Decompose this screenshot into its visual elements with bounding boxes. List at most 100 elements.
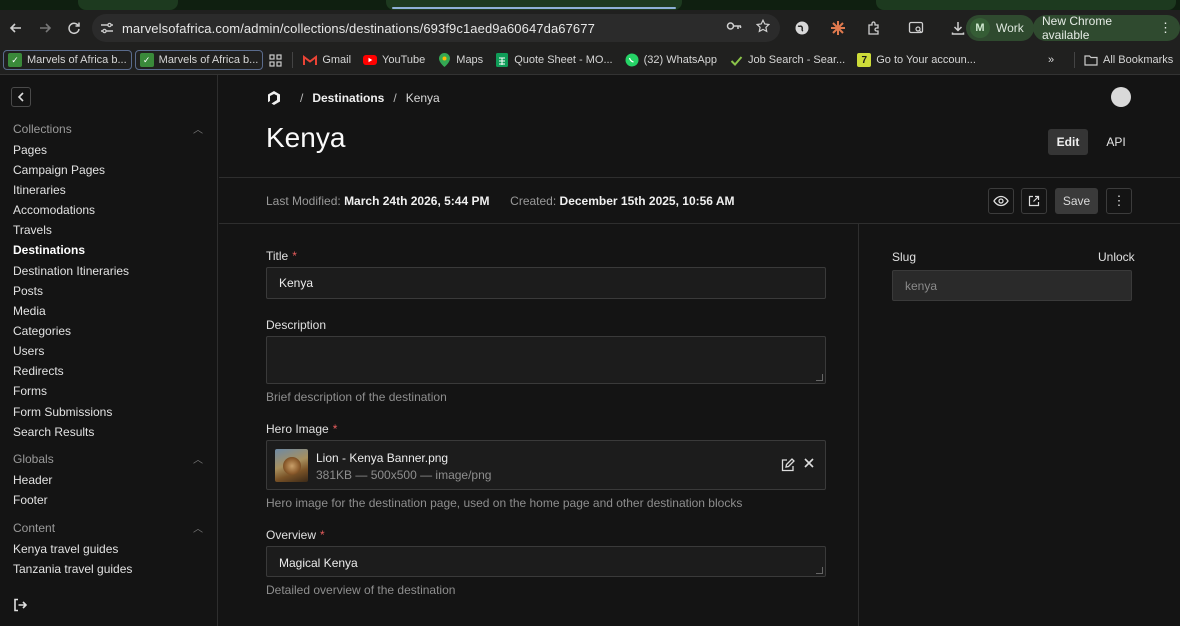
url-text: marvelsofafrica.com/admin/collections/de… xyxy=(122,21,595,36)
slug-label: Slug xyxy=(892,250,917,264)
sidebar-item-tanzania-travel-guides[interactable]: Tanzania travel guides xyxy=(13,562,132,576)
account-avatar[interactable] xyxy=(1111,87,1131,107)
close-icon[interactable] xyxy=(803,456,815,473)
sidebar-item-itineraries[interactable]: Itineraries xyxy=(13,183,66,197)
browser-tab[interactable] xyxy=(876,0,1176,10)
resize-grip-icon[interactable] xyxy=(816,567,823,574)
sidebar-item-form-submissions[interactable]: Form Submissions xyxy=(13,405,112,419)
slug-input[interactable]: kenya xyxy=(892,270,1132,301)
modified-value: March 24th 2026, 5:44 PM xyxy=(344,194,490,208)
slug-unlock-button[interactable]: Unlock xyxy=(1098,250,1135,264)
save-button[interactable]: Save xyxy=(1055,188,1098,214)
more-vert-icon[interactable]: ⋮ xyxy=(1159,20,1172,36)
nav-group-label: Content xyxy=(13,520,56,535)
nav-group-globals[interactable]: Globals ︿ xyxy=(13,451,203,467)
profile-avatar: M xyxy=(970,18,990,38)
title-label: Title * xyxy=(266,249,297,263)
bookmarks-bar: ✓ Marvels of Africa b... ✓ Marvels of Afri… xyxy=(0,46,1180,75)
extension-sparkle-icon[interactable] xyxy=(826,16,850,40)
password-key-icon[interactable] xyxy=(726,19,742,36)
image-thumbnail[interactable] xyxy=(275,449,308,482)
bookmark-item[interactable]: YouTube xyxy=(357,50,431,70)
sidebar-item-users[interactable]: Users xyxy=(13,344,44,358)
more-actions-button[interactable]: ⋮ xyxy=(1106,188,1132,214)
open-in-new-tab-button[interactable] xyxy=(1021,188,1047,214)
more-bookmarks-icon[interactable]: » xyxy=(1042,50,1060,70)
tab-search-icon[interactable] xyxy=(904,16,928,40)
bookmark-star-icon[interactable] xyxy=(755,18,771,36)
sidebar-item-travels[interactable]: Travels xyxy=(13,223,52,237)
sidebar-item-forms[interactable]: Forms xyxy=(13,384,47,398)
chevron-up-icon: ︿ xyxy=(193,524,203,535)
forward-icon[interactable] xyxy=(31,14,59,42)
resize-grip-icon[interactable] xyxy=(816,374,823,381)
bookmark-label: Marvels of Africa b... xyxy=(158,54,259,66)
sidebar-item-media[interactable]: Media xyxy=(13,304,46,318)
extension-globe-icon[interactable] xyxy=(790,16,814,40)
bookmark-item[interactable]: (32) WhatsApp xyxy=(619,50,723,70)
preview-button[interactable] xyxy=(988,188,1014,214)
apps-grid-icon[interactable] xyxy=(263,50,288,70)
folder-icon xyxy=(1084,53,1098,67)
description-help: Brief description of the destination xyxy=(266,390,447,404)
sidebar-item-categories[interactable]: Categories xyxy=(13,324,71,338)
hero-image-label: Hero Image * xyxy=(266,422,337,436)
bookmark-item[interactable]: Gmail xyxy=(297,50,357,70)
bookmark-item[interactable]: Maps xyxy=(431,50,489,70)
profile-button[interactable]: M Work xyxy=(966,15,1034,41)
bookmark-item[interactable]: Job Search - Sear... xyxy=(723,50,851,70)
chrome-update-button[interactable]: New Chrome available ⋮ xyxy=(1033,14,1180,42)
bookmark-label: Job Search - Sear... xyxy=(748,54,846,66)
sidebar-item-accomodations[interactable]: Accomodations xyxy=(13,203,95,217)
bookmark-item[interactable]: 7 Go to Your accoun... xyxy=(851,50,982,70)
bookmark-item[interactable]: Quote Sheet - MO... xyxy=(489,50,618,70)
url-host: marvelsofafrica.com xyxy=(122,20,241,36)
hero-image-upload: Lion - Kenya Banner.png 381KB — 500x500 … xyxy=(266,440,826,490)
breadcrumb: / Destinations / Kenya xyxy=(266,90,440,106)
sidebar-item-destination-itineraries[interactable]: Destination Itineraries xyxy=(13,264,129,278)
overview-value: Magical Kenya xyxy=(279,556,358,570)
sidebar-item-pages[interactable]: Pages xyxy=(13,143,47,157)
collapse-sidebar-button[interactable] xyxy=(11,87,31,107)
main-content: / Destinations / Kenya Kenya Edit API La… xyxy=(219,75,1180,626)
edit-icon[interactable] xyxy=(781,458,795,475)
extensions-puzzle-icon[interactable] xyxy=(862,16,886,40)
sidebar-item-header[interactable]: Header xyxy=(13,473,52,487)
payload-logo-icon[interactable] xyxy=(266,90,282,106)
nav-group-label: Collections xyxy=(13,121,72,136)
address-bar[interactable]: marvelsofafrica.com/admin/collections/de… xyxy=(92,14,780,42)
bookmark-label: Maps xyxy=(456,54,484,66)
required-marker: * xyxy=(332,422,338,436)
browser-tab-active[interactable] xyxy=(386,0,682,10)
sidebar-item-kenya-travel-guides[interactable]: Kenya travel guides xyxy=(13,542,118,556)
logout-icon[interactable] xyxy=(13,598,28,615)
reload-icon[interactable] xyxy=(60,14,88,42)
breadcrumb-destinations-link[interactable]: Destinations xyxy=(312,91,384,105)
back-icon[interactable] xyxy=(2,14,30,42)
modified-label: Last Modified: xyxy=(266,194,341,208)
all-bookmarks[interactable]: All Bookmarks xyxy=(1078,50,1179,70)
sidebar-item-redirects[interactable]: Redirects xyxy=(13,364,64,378)
site-settings-icon[interactable] xyxy=(92,22,122,34)
sidebar-item-footer[interactable]: Footer xyxy=(13,493,48,507)
check-icon xyxy=(729,53,743,67)
tab-edit[interactable]: Edit xyxy=(1048,129,1088,155)
sidebar-item-campaign-pages[interactable]: Campaign Pages xyxy=(13,163,105,177)
bookmark-item[interactable]: ✓ Marvels of Africa b... xyxy=(3,50,132,70)
browser-tab[interactable] xyxy=(78,0,178,10)
file-name[interactable]: Lion - Kenya Banner.png xyxy=(316,451,448,465)
sidebar-item-destinations[interactable]: Destinations xyxy=(13,243,85,257)
nav-group-content[interactable]: Content ︿ xyxy=(13,520,203,536)
bookmark-item[interactable]: ✓ Marvels of Africa b... xyxy=(134,50,264,70)
bookmark-separator xyxy=(292,52,294,68)
sidebar-item-search-results[interactable]: Search Results xyxy=(13,425,94,439)
title-input[interactable]: Kenya xyxy=(266,267,826,299)
nav-group-collections[interactable]: Collections ︿ xyxy=(13,121,203,137)
sidebar-item-posts[interactable]: Posts xyxy=(13,284,43,298)
overview-textarea[interactable]: Magical Kenya xyxy=(266,546,826,577)
hero-image-help: Hero image for the destination page, use… xyxy=(266,496,743,510)
youtube-icon xyxy=(363,53,378,67)
tab-api[interactable]: API xyxy=(1096,129,1136,155)
external-link-icon xyxy=(1028,195,1040,207)
description-textarea[interactable] xyxy=(266,336,826,384)
